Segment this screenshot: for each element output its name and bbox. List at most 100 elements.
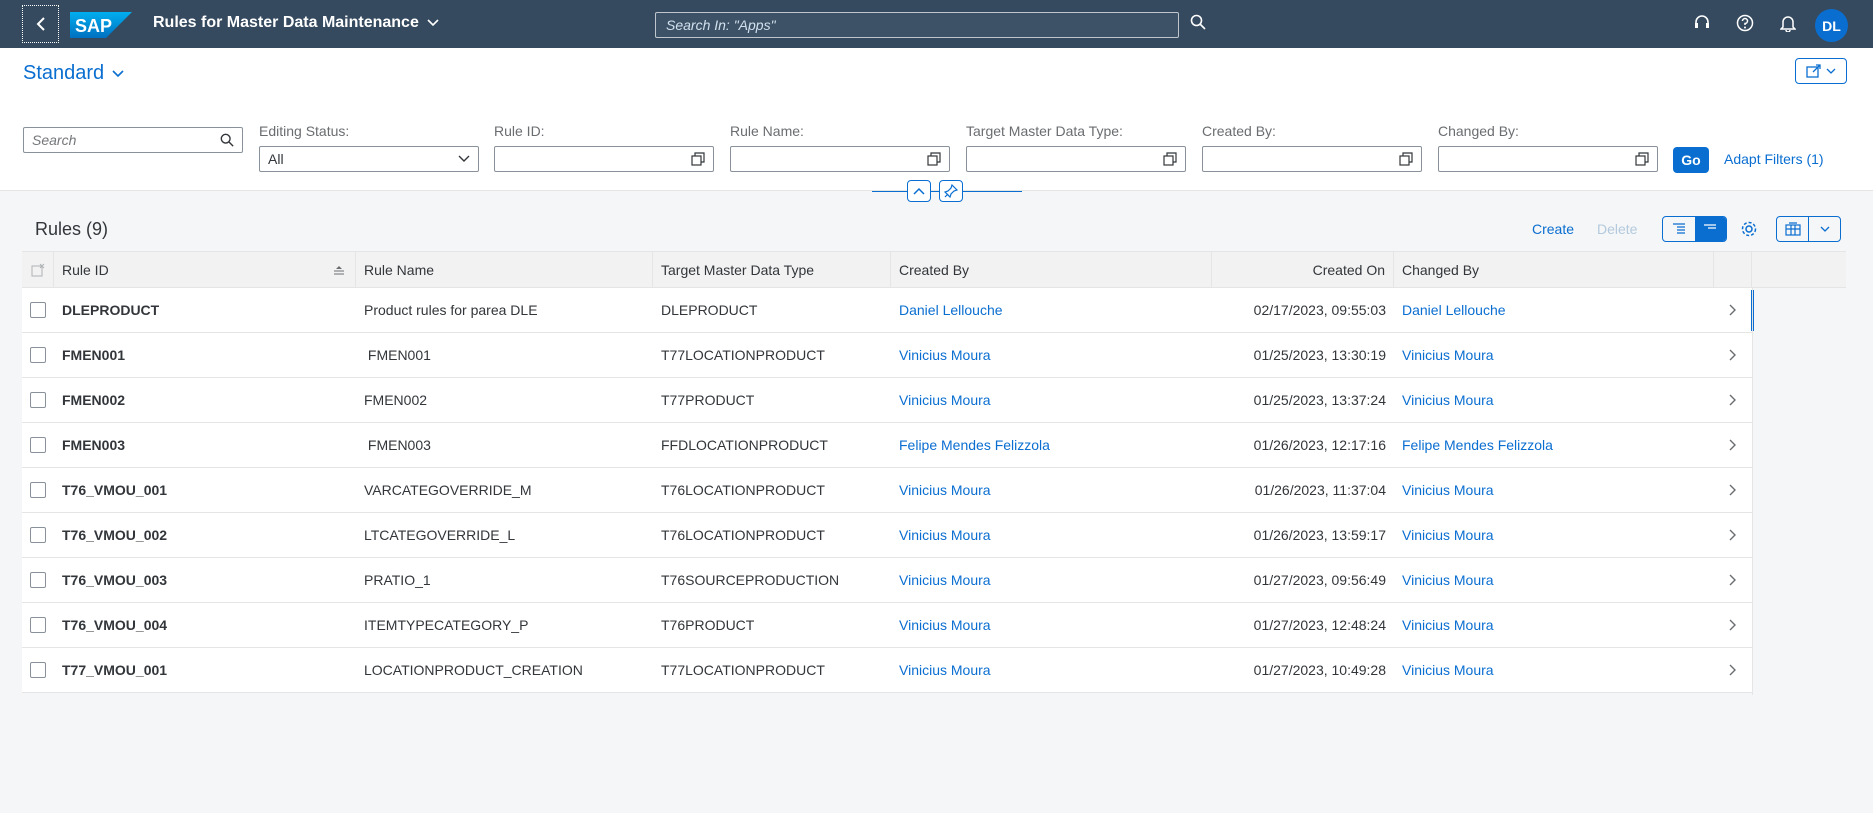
column-header-created-on[interactable]: Created On <box>1212 252 1394 287</box>
changed-by-link[interactable]: Vinicius Moura <box>1394 333 1714 377</box>
row-navigation[interactable] <box>1714 468 1752 512</box>
select-all-cell[interactable] <box>22 252 54 287</box>
column-header-created-by[interactable]: Created By <box>891 252 1212 287</box>
row-select-cell[interactable] <box>22 468 54 512</box>
app-title[interactable]: Rules for Master Data Maintenance <box>153 14 439 32</box>
changed-by-link[interactable]: Vinicius Moura <box>1394 648 1714 692</box>
rule-id-input[interactable] <box>494 146 714 172</box>
changed-by-link[interactable]: Vinicius Moura <box>1394 468 1714 512</box>
table-row[interactable]: T76_VMOU_001 VARCATEGOVERRIDE_M T76LOCATIO… <box>22 468 1752 513</box>
created-on-cell: 02/17/2023, 09:55:03 <box>1253 302 1386 318</box>
created-by-link[interactable]: Daniel Lellouche <box>891 288 1212 332</box>
changed-by-link[interactable]: Felipe Mendes Felizzola <box>1394 423 1714 467</box>
value-help-icon[interactable] <box>927 152 941 166</box>
table-row[interactable]: T76_VMOU_003 PRATIO_1 T76SOURCEPRODUCTION V… <box>22 558 1752 603</box>
row-navigation[interactable] <box>1714 378 1752 422</box>
rule-name-input[interactable] <box>730 146 950 172</box>
column-header-target-type[interactable]: Target Master Data Type <box>653 252 891 287</box>
search-icon[interactable] <box>1190 14 1206 30</box>
shell-search-input[interactable]: Search In: "Apps" <box>655 12 1179 38</box>
table-row[interactable]: FMEN001 FMEN001 T77LOCATIONPRODUCT Viniciu… <box>22 333 1752 378</box>
created-by-link[interactable]: Vinicius Moura <box>891 513 1212 557</box>
variant-selector[interactable]: Standard <box>23 62 124 85</box>
row-select-cell[interactable] <box>22 603 54 647</box>
share-button[interactable] <box>1795 58 1847 84</box>
row-select-cell[interactable] <box>22 423 54 467</box>
delete-button[interactable]: Delete <box>1597 221 1637 237</box>
avatar[interactable]: DL <box>1815 9 1848 42</box>
created-by-link[interactable]: Vinicius Moura <box>891 558 1212 602</box>
bell-icon[interactable] <box>1780 14 1796 32</box>
row-navigation[interactable] <box>1714 603 1752 647</box>
back-button[interactable] <box>22 5 59 43</box>
target-type-input[interactable] <box>966 146 1186 172</box>
value-help-icon[interactable] <box>1163 152 1177 166</box>
created-by-input[interactable] <box>1202 146 1422 172</box>
row-checkbox[interactable] <box>30 302 46 318</box>
adapt-filters-link[interactable]: Adapt Filters (1) <box>1724 151 1824 167</box>
changed-by-link[interactable]: Vinicius Moura <box>1394 513 1714 557</box>
export-main[interactable] <box>1777 217 1809 241</box>
changed-by-link[interactable]: Daniel Lellouche <box>1394 288 1714 332</box>
table-row[interactable]: FMEN003 FMEN003 FFDLOCATIONPRODUCT Felipe … <box>22 423 1752 468</box>
basic-search-input[interactable]: Search <box>23 127 243 153</box>
row-checkbox[interactable] <box>30 527 46 543</box>
gear-icon[interactable] <box>1740 220 1758 238</box>
created-by-link[interactable]: Vinicius Moura <box>891 333 1212 377</box>
row-checkbox[interactable] <box>30 347 46 363</box>
row-checkbox[interactable] <box>30 437 46 453</box>
row-select-cell[interactable] <box>22 558 54 602</box>
headset-icon[interactable] <box>1693 14 1711 32</box>
app-title-label: Rules for Master Data Maintenance <box>153 14 419 31</box>
search-icon[interactable] <box>220 133 234 147</box>
row-checkbox[interactable] <box>30 662 46 678</box>
column-header-rule-id[interactable]: Rule ID <box>54 252 356 287</box>
row-select-cell[interactable] <box>22 333 54 377</box>
tree-view-button[interactable] <box>1663 217 1695 241</box>
go-button[interactable]: Go <box>1673 147 1709 173</box>
created-by-link[interactable]: Felipe Mendes Felizzola <box>891 423 1212 467</box>
table-row[interactable]: T76_VMOU_002 LTCATEGOVERRIDE_L T76LOCATION… <box>22 513 1752 558</box>
row-checkbox[interactable] <box>30 392 46 408</box>
row-select-cell[interactable] <box>22 288 54 332</box>
create-button[interactable]: Create <box>1532 221 1574 237</box>
changed-by-link[interactable]: Vinicius Moura <box>1394 558 1714 602</box>
row-select-cell[interactable] <box>22 648 54 692</box>
table-row[interactable]: T77_VMOU_001 LOCATIONPRODUCT_CREATION T77L… <box>22 648 1752 693</box>
table-row[interactable]: FMEN002 FMEN002 T77PRODUCT Vinicius Moura 01… <box>22 378 1752 423</box>
table-row[interactable]: DLEPRODUCT Product rules for parea DLE DLE… <box>22 288 1754 333</box>
changed-by-link[interactable]: Vinicius Moura <box>1394 378 1714 422</box>
row-checkbox[interactable] <box>30 482 46 498</box>
changed-by-input[interactable] <box>1438 146 1658 172</box>
table-row[interactable]: T76_VMOU_004 ITEMTYPECATEGORY_P T76PRODUCT… <box>22 603 1752 648</box>
row-navigation[interactable] <box>1714 333 1752 377</box>
created-on-cell: 01/27/2023, 09:56:49 <box>1253 572 1386 588</box>
row-select-cell[interactable] <box>22 378 54 422</box>
row-navigation[interactable] <box>1714 513 1752 557</box>
created-by-link[interactable]: Vinicius Moura <box>891 468 1212 512</box>
chevron-right-icon <box>1729 349 1736 361</box>
value-help-icon[interactable] <box>1399 152 1413 166</box>
row-select-cell[interactable] <box>22 513 54 557</box>
created-by-link[interactable]: Vinicius Moura <box>891 648 1212 692</box>
row-checkbox[interactable] <box>30 572 46 588</box>
created-by-link[interactable]: Vinicius Moura <box>891 603 1212 647</box>
editing-status-select[interactable]: All <box>259 146 479 172</box>
value-help-icon[interactable] <box>1635 152 1649 166</box>
row-checkbox[interactable] <box>30 617 46 633</box>
column-header-changed-by[interactable]: Changed By <box>1394 252 1714 287</box>
row-navigation[interactable] <box>1714 648 1752 692</box>
export-button[interactable] <box>1776 216 1841 242</box>
changed-by-link[interactable]: Vinicius Moura <box>1394 603 1714 647</box>
help-icon[interactable] <box>1736 14 1754 32</box>
column-header-rule-name[interactable]: Rule Name <box>356 252 653 287</box>
export-menu[interactable] <box>1809 217 1840 241</box>
value-help-icon[interactable] <box>691 152 705 166</box>
row-navigation[interactable] <box>1714 288 1752 332</box>
collapse-header-button[interactable] <box>907 180 931 202</box>
created-by-link[interactable]: Vinicius Moura <box>891 378 1212 422</box>
pin-header-button[interactable] <box>939 180 963 202</box>
row-navigation[interactable] <box>1714 423 1752 467</box>
list-view-button[interactable] <box>1694 217 1726 241</box>
row-navigation[interactable] <box>1714 558 1752 602</box>
